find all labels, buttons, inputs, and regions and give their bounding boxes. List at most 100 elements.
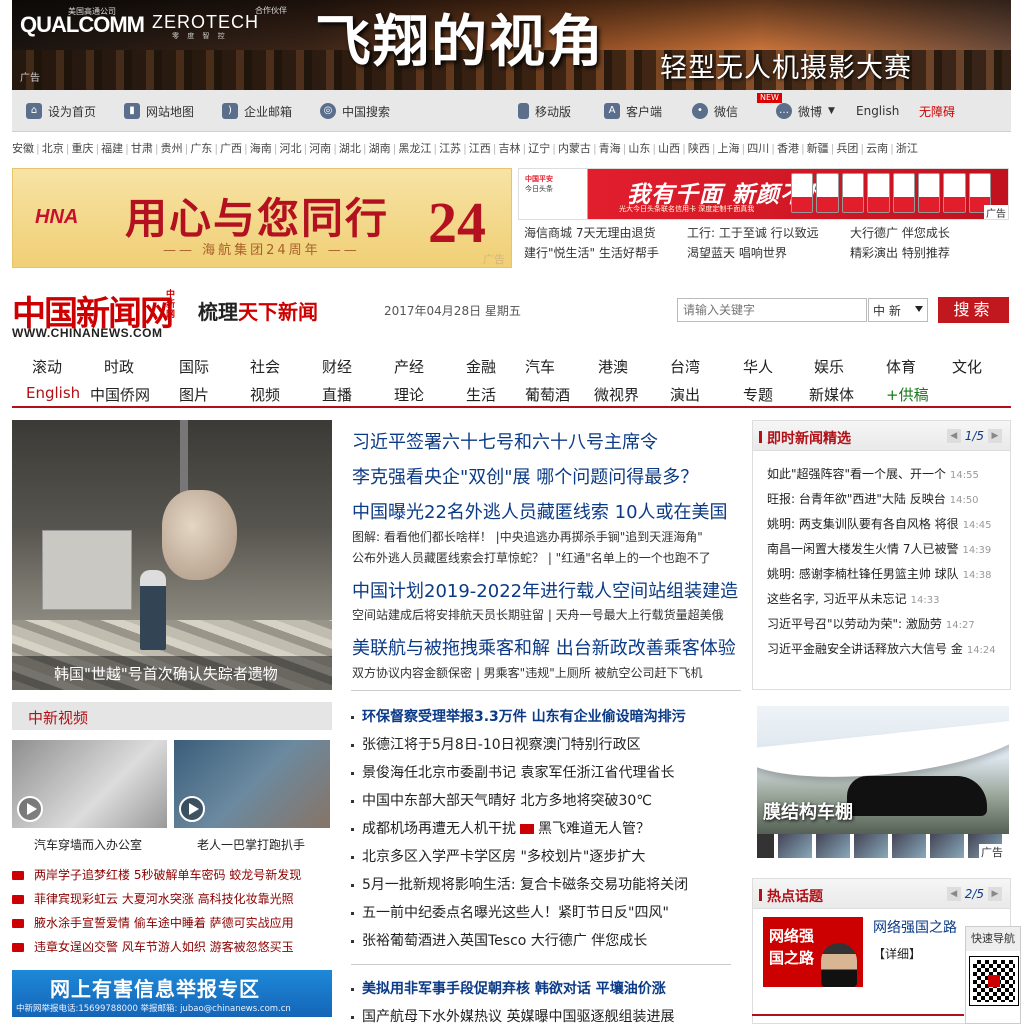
province-link[interactable]: 香港 bbox=[777, 142, 799, 155]
ad-thumbnails[interactable] bbox=[757, 834, 1009, 858]
sub-headline[interactable]: 空间站建成后将安排航天员长期驻留 | 天舟一号最大上行载货量超美俄 bbox=[352, 606, 724, 623]
nav-item[interactable]: 直播 bbox=[322, 384, 352, 405]
province-link[interactable]: 四川 bbox=[747, 142, 769, 155]
nav-item[interactable]: 文化 bbox=[952, 356, 982, 377]
search-scope-select[interactable]: 中 新 bbox=[868, 298, 928, 322]
headline[interactable]: 美联航与被拖拽乘客和解 出台新政改善乘客体验 bbox=[352, 634, 736, 660]
quick-nav[interactable]: 快速导航 bbox=[965, 926, 1021, 1024]
news-list-item[interactable]: 5月一批新规将影响生活: 复合卡磁条交易功能将关闭 bbox=[351, 874, 688, 894]
carport-ad[interactable]: 膜结构车棚 bbox=[757, 706, 1009, 834]
news-list-item[interactable]: 旺报: 台青年欲"西进"大陆 反映台 14:50 bbox=[767, 490, 979, 507]
hero-photo[interactable]: 韩国"世越"号首次确认失踪者遗物 bbox=[12, 420, 332, 690]
sitemap-link[interactable]: ▮ 网站地图 bbox=[124, 103, 194, 119]
nav-item[interactable]: 理论 bbox=[394, 384, 424, 405]
prev-arrow-icon[interactable]: ◀ bbox=[946, 887, 961, 901]
hero-caption[interactable]: 韩国"世越"号首次确认失踪者遗物 bbox=[12, 656, 332, 690]
province-link[interactable]: 内蒙古 bbox=[558, 142, 591, 155]
enterprise-mail-link[interactable]: ) 企业邮箱 bbox=[222, 103, 292, 119]
video-list-item[interactable]: 违章女逞凶交警 风车节游人如织 游客被忽悠买玉 bbox=[12, 938, 294, 955]
video-list-item[interactable]: 两岸学子追梦红楼 5秒破解单车密码 蛟龙号新发现 bbox=[12, 866, 301, 883]
province-link[interactable]: 河南 bbox=[309, 142, 331, 155]
news-list-item[interactable]: 成都机场再遭无人机干扰 黑飞难道无人管？ bbox=[351, 818, 650, 838]
news-list-item[interactable]: 美拟用非军事手段促朝弃核 韩欲对话 平壤油价涨 bbox=[351, 978, 666, 998]
hna-ad[interactable]: HNA 用心与您同行 24 —— 海航集团24周年 —— 广告 bbox=[12, 168, 512, 268]
province-link[interactable]: 黑龙江 bbox=[398, 142, 431, 155]
hot-topic-detail-link[interactable]: 【详细】 bbox=[873, 945, 921, 962]
province-link[interactable]: 北京 bbox=[42, 142, 64, 155]
nav-item[interactable]: 中国侨网 bbox=[90, 384, 150, 405]
news-list-item[interactable]: 习近平号召"以劳动为荣": 激励劳 14:27 bbox=[767, 615, 975, 632]
news-list-item[interactable]: 张德江将于5月8日-10日视察澳门特别行政区 bbox=[351, 734, 641, 754]
province-link[interactable]: 青海 bbox=[599, 142, 621, 155]
province-link[interactable]: 辽宁 bbox=[528, 142, 550, 155]
news-list-item[interactable]: 习近平金融安全讲话释放六大信号 金 14:24 bbox=[767, 640, 996, 657]
english-link[interactable]: English bbox=[856, 103, 899, 119]
nav-item[interactable]: 体育 bbox=[886, 356, 916, 377]
news-list-item[interactable]: 中国中东部大部天气晴好 北方多地将突破30℃ bbox=[351, 790, 652, 810]
province-link[interactable]: 上海 bbox=[718, 142, 740, 155]
video-thumbnail[interactable] bbox=[174, 740, 330, 828]
search-button[interactable]: 搜索 bbox=[938, 297, 1009, 323]
nav-item[interactable]: 生活 bbox=[466, 384, 496, 405]
nav-item[interactable]: 图片 bbox=[179, 384, 209, 405]
nav-item[interactable]: 汽车 bbox=[525, 356, 555, 377]
sub-headline[interactable]: 公布外逃人员藏匿线索会打草惊蛇？ | "红通"名单上的一个也跑不了 bbox=[352, 549, 711, 566]
client-app-link[interactable]: A 客户端 bbox=[604, 103, 662, 119]
province-link[interactable]: 山西 bbox=[658, 142, 680, 155]
sponsor-link[interactable]: 渴望蓝天 唱响世界 bbox=[687, 244, 787, 261]
province-link[interactable]: 陕西 bbox=[688, 142, 710, 155]
headline[interactable]: 中国计划2019-2022年进行载人空间站组装建造 bbox=[352, 577, 738, 603]
search-input[interactable] bbox=[677, 298, 867, 322]
province-link[interactable]: 山东 bbox=[628, 142, 650, 155]
nav-item[interactable]: 华人 bbox=[743, 356, 773, 377]
nav-item[interactable]: 滚动 bbox=[32, 356, 62, 377]
wechat-link[interactable]: • 微信 bbox=[692, 103, 738, 119]
news-list-item[interactable]: 这些名字, 习近平从未忘记 14:33 bbox=[767, 590, 939, 607]
accessibility-link[interactable]: 无障碍 bbox=[919, 103, 955, 119]
report-banner[interactable]: 网上有害信息举报专区 中新网举报电话:15699788000 举报邮箱: jub… bbox=[12, 970, 332, 1017]
headline[interactable]: 李克强看央企"双创"展 哪个问题问得最多？ bbox=[352, 463, 698, 489]
news-list-item[interactable]: 南昌一闲置大楼发生火情 7人已被警 14:39 bbox=[767, 540, 991, 557]
province-link[interactable]: 河北 bbox=[279, 142, 301, 155]
nav-item[interactable]: 产经 bbox=[394, 356, 424, 377]
nav-item[interactable]: 演出 bbox=[670, 384, 700, 405]
nav-item[interactable]: 社会 bbox=[250, 356, 280, 377]
next-arrow-icon[interactable]: ▶ bbox=[988, 887, 1002, 901]
video-list-item[interactable]: 菲律宾现彩虹云 大夏河水突涨 高科技化妆靠光照 bbox=[12, 890, 294, 907]
nav-item[interactable]: +供稿 bbox=[886, 384, 929, 405]
province-link[interactable]: 江苏 bbox=[439, 142, 461, 155]
nav-item[interactable]: English bbox=[26, 384, 80, 402]
nav-item[interactable]: 财经 bbox=[322, 356, 352, 377]
sponsor-link[interactable]: 建行"悦生活" 生活好帮手 bbox=[524, 244, 659, 261]
news-list-item[interactable]: 如此"超强阵容"看一个展、开一个 14:55 bbox=[767, 465, 979, 482]
headline[interactable]: 习近平签署六十七号和六十八号主席令 bbox=[352, 428, 658, 454]
sub-headline[interactable]: 图解: 看看他们都长啥样！ |中央追逃办再掷杀手锏"追到天涯海角" bbox=[352, 528, 703, 545]
next-arrow-icon[interactable]: ▶ bbox=[988, 429, 1002, 443]
province-link[interactable]: 浙江 bbox=[896, 142, 918, 155]
news-list-item[interactable]: 国产航母下水外媒热议 英媒曝中国驱逐舰组装进展 bbox=[351, 1006, 674, 1024]
province-link[interactable]: 江西 bbox=[469, 142, 491, 155]
sponsor-link[interactable]: 海信商城 7天无理由退货 bbox=[524, 224, 655, 241]
video-section-header[interactable]: 中新视频 bbox=[12, 702, 332, 730]
nav-item[interactable]: 国际 bbox=[179, 356, 209, 377]
nav-item[interactable]: 时政 bbox=[104, 356, 134, 377]
province-link[interactable]: 广西 bbox=[220, 142, 242, 155]
nav-item[interactable]: 台湾 bbox=[670, 356, 700, 377]
news-list-item[interactable]: 北京多区入学严卡学区房 "多校划片"逐步扩大 bbox=[351, 846, 645, 866]
province-link[interactable]: 重庆 bbox=[71, 142, 93, 155]
sponsor-link[interactable]: 大行德广 伴您成长 bbox=[850, 224, 950, 241]
nav-item[interactable]: 专题 bbox=[743, 384, 773, 405]
news-list-item[interactable]: 张裕葡萄酒进入英国Tesco 大行德广 伴您成长 bbox=[351, 930, 647, 950]
nav-item[interactable]: 金融 bbox=[466, 356, 496, 377]
news-list-item[interactable]: 姚明: 感谢李楠杜锋任男篮主帅 球队 14:38 bbox=[767, 565, 992, 582]
set-homepage-link[interactable]: ⌂ 设为首页 bbox=[26, 103, 96, 119]
sub-headline[interactable]: 双方协议内容金额保密 | 男乘客"违规"上厕所 被航空公司赶下飞机 bbox=[352, 664, 703, 681]
prev-arrow-icon[interactable]: ◀ bbox=[946, 429, 961, 443]
news-list-item[interactable]: 姚明: 两支集训队要有各自风格 将很 14:45 bbox=[767, 515, 992, 532]
news-list-item[interactable]: 景俊海任北京市委副书记 袁家军任浙江省代理省长 bbox=[351, 762, 674, 782]
province-link[interactable]: 兵团 bbox=[836, 142, 858, 155]
province-link[interactable]: 湖南 bbox=[369, 142, 391, 155]
top-banner-ad[interactable]: QUALCOMM 美国高通公司 ZEROTECH 零 度 智 控 合作伙伴 广告… bbox=[12, 0, 1011, 90]
nav-item[interactable]: 葡萄酒 bbox=[525, 384, 570, 405]
news-list-item[interactable]: 环保督察受理举报3.3万件 山东有企业偷设暗沟排污 bbox=[351, 706, 686, 726]
